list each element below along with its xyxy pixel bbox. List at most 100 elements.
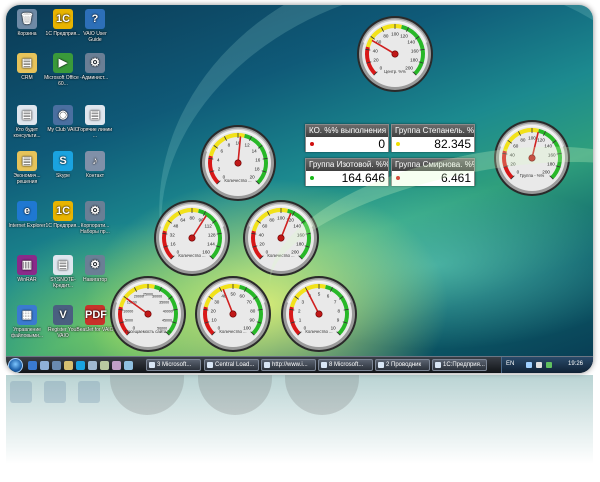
panel-value: 164.646 — [341, 171, 385, 185]
taskbar-button-label: 2 Проводник — [386, 362, 422, 368]
gauge-tick — [343, 308, 349, 311]
quicklaunch-skype-icon[interactable] — [76, 361, 85, 370]
gauge-tick-label: 160 — [548, 152, 556, 157]
gauge-tick-label: 100 — [277, 216, 285, 221]
gauge-tick-label: 160 — [411, 48, 419, 53]
gauge-tick-label: 20 — [211, 308, 217, 313]
gauge-face — [286, 281, 352, 347]
desktop-icon-image: 🗑 — [17, 9, 37, 29]
desktop-icon[interactable]: e Internet Explorer — [8, 201, 46, 229]
gauge-tick-label: 40000 — [163, 309, 173, 313]
taskbar-button[interactable]: 8 Microsoft... — [318, 359, 373, 371]
panel-title: Группа Изотовой. %% — [306, 159, 388, 171]
desktop-icon[interactable]: ▤ Кто будет консульти... — [8, 105, 46, 139]
gauge-tick-label: 40 — [510, 152, 516, 157]
gauge-label: Количество ... — [224, 178, 251, 183]
language-indicator[interactable]: EN — [506, 361, 514, 367]
gauge-hub — [528, 154, 536, 162]
quicklaunch-app-icon[interactable] — [88, 361, 97, 370]
gauge-tick — [510, 175, 515, 180]
gauge-g-row3-a[interactable]: 0 16 32 48 64 80 96 112 128 144 160 Количество ... — [153, 199, 231, 277]
desktop-icon-label: CRM — [21, 75, 33, 81]
gauge-tick-label: 0 — [380, 66, 383, 71]
gauge-tick-label: 140 — [544, 144, 552, 149]
quicklaunch-folder-icon[interactable] — [64, 361, 73, 370]
desktop-icon-label: Горячие линии ... — [77, 127, 113, 139]
gauge-label: Количество ... — [178, 253, 205, 258]
taskbar-button[interactable]: 3 Microsoft... — [146, 359, 201, 371]
gauge-tick-label: 32 — [170, 232, 176, 237]
panel-title: Группа Смирнова. %% — [392, 159, 474, 171]
desktop-icon[interactable]: ♪ Контакт — [76, 151, 114, 179]
desktop-icon-label: VAIO User Guide — [83, 31, 107, 43]
clock[interactable]: 19:26 — [568, 361, 583, 367]
value-panel[interactable]: КО. %% выполнения м0 — [305, 124, 389, 152]
gauge-tick-label: 35000 — [159, 301, 169, 305]
taskbar-button[interactable]: http://www.i... — [261, 359, 316, 371]
gauge-tick — [338, 296, 344, 300]
desktop-icon[interactable]: ▦ Управление файловыми... — [8, 305, 46, 339]
desktop-icon[interactable]: ▤ CRM — [8, 53, 46, 81]
window-icon — [207, 362, 213, 368]
gauge-tick-label: 80 — [383, 34, 389, 39]
desktop-icon-label: BeatJet for VAIO — [76, 327, 114, 333]
panel-body: 6.461 — [392, 171, 474, 186]
desktop-icon[interactable]: ⚙ Админист... — [76, 53, 114, 81]
gauge-label: Количество ... — [305, 329, 332, 334]
gauge-center[interactable]: 0 20 40 60 80 100 120 140 160 180 200 Центр. %% — [356, 15, 434, 93]
quicklaunch-ie-icon[interactable] — [28, 361, 37, 370]
desktop-icon-label: Корзина — [17, 31, 37, 37]
gauge-g-row4-a[interactable]: 0500010000150002000025000300003500040000… — [109, 275, 187, 353]
taskbar-button[interactable]: 1С:Предприя... — [432, 359, 487, 371]
panel-title: Группа Степанель. %% — [392, 125, 474, 137]
volume-icon[interactable] — [536, 362, 542, 368]
quicklaunch-app4-icon[interactable] — [124, 361, 133, 370]
gauge-hub — [229, 310, 237, 318]
gauge-g-right[interactable]: 0 20 40 60 80 100 120 140 160 180 200 Группа - %% — [493, 119, 571, 197]
value-panel[interactable]: Группа Степанель. %% 82.345 — [391, 124, 475, 152]
gauge-tick-label: 14 — [252, 149, 258, 154]
panel-title: КО. %% выполнения м — [306, 125, 388, 137]
panel-value: 82.345 — [434, 137, 471, 151]
desktop-screen: 🗑 Корзина 1С 1С Предприя...? VAIO User Guide… — [6, 5, 593, 373]
gauge-tick-label: 10 — [331, 326, 337, 331]
quicklaunch-media-icon[interactable] — [52, 361, 61, 370]
gauge-tick-label: 3 — [302, 300, 305, 305]
tray-app-icon[interactable] — [546, 362, 552, 368]
gauge-g-row3-b[interactable]: 0 20 40 60 80 100 120 140 160 180 200 Количество ..… — [242, 199, 320, 277]
desktop-icon[interactable]: ▥ WinRAR — [8, 255, 46, 283]
gauge-g-row4-c[interactable]: 0 1 2 3 4 5 6 7 8 9 10 Количество ... — [280, 275, 358, 353]
network-icon[interactable] — [526, 362, 532, 368]
taskbar-button[interactable]: 2 Проводник — [375, 359, 430, 371]
quicklaunch-desktop-icon[interactable] — [40, 361, 49, 370]
start-button[interactable] — [8, 358, 23, 373]
desktop-icon[interactable]: 🗑 Корзина — [8, 9, 46, 37]
gauge-tick — [305, 232, 311, 235]
gauge-tick — [289, 308, 295, 311]
desktop-icon-image: ▤ — [53, 255, 73, 275]
gauge-tick-label: 140 — [293, 224, 301, 229]
gauge-tick-label: 16 — [255, 157, 261, 162]
desktop-icon[interactable]: ? VAIO User Guide — [76, 9, 114, 43]
gauge-tick-label: 40 — [259, 232, 265, 237]
gauge-zone-yellow — [289, 284, 327, 308]
gauge-tick-label: 100 — [528, 136, 536, 141]
desktop-icon[interactable]: ⚙ Корпорати... Наборы пр... — [76, 201, 114, 235]
value-panel[interactable]: Группа Смирнова. %% 6.461 — [391, 158, 475, 186]
gauge-tick-label: 64 — [180, 218, 186, 223]
taskbar-button-label: 8 Microsoft... — [329, 362, 364, 368]
gauge-g-row4-b[interactable]: 0 10 20 30 40 50 60 70 80 90 100 Количество ... — [194, 275, 272, 353]
desktop-icon-image: ▤ — [17, 151, 37, 171]
desktop-icon-label: Управление файловыми... — [10, 327, 44, 339]
value-panel[interactable]: Группа Изотовой. %% 164.646 — [305, 158, 389, 186]
gauge-tick-label: 20 — [373, 58, 379, 63]
quicklaunch-app3-icon[interactable] — [112, 361, 121, 370]
desktop-icon-label: Internet Explorer — [8, 223, 46, 229]
desktop-icon[interactable]: ▤ Горячие линии ... — [76, 105, 114, 139]
gauge-g-mid-left[interactable]: 0 2 4 6 8 10 12 14 16 18 20 Количество ... — [199, 124, 277, 202]
desktop-icon-label: Навигатор — [82, 277, 108, 283]
taskbar-button[interactable]: Central Load... — [204, 359, 259, 371]
quicklaunch-app2-icon[interactable] — [100, 361, 109, 370]
gauge-zone-red — [502, 150, 514, 180]
desktop-icon[interactable]: ▤ Экономич... решения — [8, 151, 46, 185]
